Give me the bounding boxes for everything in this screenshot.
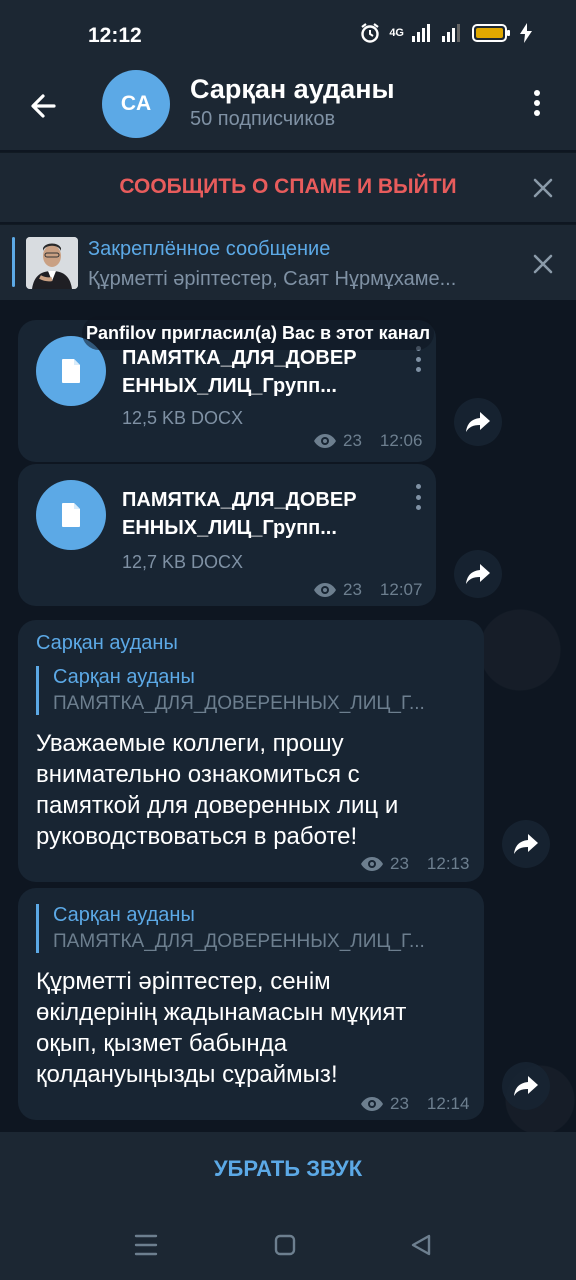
file-name-line1: ПАМЯТКА_ДЛЯ_ДОВЕР [122,489,357,511]
document-icon [62,359,80,383]
network-type-label: 4G [389,27,404,39]
message-text: Құрметті әріптестер, сенім өкілдерінің ж… [36,968,407,1088]
close-icon [533,178,553,198]
share-button[interactable] [502,1062,550,1110]
message-time: 12:07 [379,580,423,599]
share-button[interactable] [454,398,502,446]
home-button[interactable] [272,1232,298,1263]
recent-apps-button[interactable] [132,1232,160,1263]
document-icon [62,503,80,527]
share-arrow-icon [514,834,538,854]
file-message[interactable]: ПАМЯТКА_ДЛЯ_ДОВЕР ЕННЫХ_ЛИЦ_Групп... 12,… [18,464,436,606]
reply-quote[interactable]: Сарқан ауданы ПАМЯТКА_ДЛЯ_ДОВЕРЕННЫХ_ЛИЦ… [36,666,470,715]
back-nav-button[interactable] [408,1232,434,1263]
status-icons: 4G [359,22,532,44]
dot-icon [415,505,421,510]
file-name-line2: ЕННЫХ_ЛИЦ_Групп... [122,375,337,397]
arrow-left-icon [31,94,56,118]
reply-quote[interactable]: Сарқан ауданы ПАМЯТКА_ДЛЯ_ДОВЕРЕННЫХ_ЛИЦ… [36,904,470,953]
more-options-button[interactable] [522,88,552,118]
view-count: 23 [390,854,409,873]
report-spam-button[interactable]: СООБЩИТЬ О СПАМЕ И ВЫЙТИ [0,175,576,199]
message-meta: 23 12:07 [313,580,422,600]
report-spam-bar: СООБЩИТЬ О СПАМЕ И ВЫЙТИ [0,152,576,222]
message-time: 12:13 [426,854,470,873]
message-time: 12:14 [426,1094,470,1113]
close-spam-bar-button[interactable] [528,173,558,203]
pinned-title: Закреплённое сообщение [88,238,331,260]
dot-icon [534,90,540,96]
square-icon [274,1234,296,1256]
pinned-preview-text: Құрметті әріптестер, Саят Нұрмұхаме... [88,268,457,290]
pinned-thumbnail [26,237,78,289]
person-photo-icon [26,237,78,289]
view-count: 23 [390,1094,409,1113]
text-message[interactable]: Сарқан ауданы Сарқан ауданы ПАМЯТКА_ДЛЯ_… [18,620,484,882]
view-count: 23 [343,580,362,599]
pinned-message-bar[interactable]: Закреплённое сообщение Құрметті әріптест… [0,224,576,300]
dot-icon [415,494,421,500]
dot-icon [415,367,421,372]
file-name: ПАМЯТКА_ДЛЯ_ДОВЕР ЕННЫХ_ЛИЦ_Групп... [122,344,357,400]
dot-icon [415,356,421,362]
eye-icon [361,857,383,871]
reply-preview: ПАМЯТКА_ДЛЯ_ДОВЕРЕННЫХ_ЛИЦ_Г... [53,931,425,952]
eye-icon [314,583,336,597]
signal-icon [412,24,430,42]
reply-author: Сарқан ауданы [53,904,195,926]
channel-avatar[interactable]: CA [102,70,170,138]
signal-icon-2 [442,24,460,42]
close-icon [533,254,553,274]
channel-header: CA Сарқан ауданы 50 подписчиков [0,70,576,150]
text-message[interactable]: Сарқан ауданы ПАМЯТКА_ДЛЯ_ДОВЕРЕННЫХ_ЛИЦ… [18,888,484,1120]
eye-icon [361,1097,383,1111]
message-time: 12:06 [379,431,423,450]
menu-lines-icon [134,1234,158,1256]
dot-icon [534,100,540,106]
message-meta: 23 12:14 [360,1094,469,1114]
file-menu-button[interactable] [413,484,423,510]
share-arrow-icon [514,1076,538,1096]
channel-title[interactable]: Сарқан ауданы [190,74,395,105]
unpin-button[interactable] [528,249,558,279]
view-count: 23 [343,431,362,450]
mute-button[interactable]: УБРАТЬ ЗВУК [0,1156,576,1182]
status-time: 12:12 [88,24,142,47]
charging-icon [520,23,532,43]
share-arrow-icon [466,412,490,432]
message-meta: 23 12:13 [360,854,469,874]
message-text: Уважаемые коллеги, прошу внимательно озн… [36,730,399,850]
eye-icon [314,434,336,448]
message-meta: 23 12:06 [313,431,422,451]
message-list[interactable]: ПАМЯТКА_ДЛЯ_ДОВЕР ЕННЫХ_ЛИЦ_Групп... 12,… [0,300,576,1132]
file-download-button[interactable] [36,480,106,550]
file-size: 12,7 KB DOCX [122,552,244,572]
file-size: 12,5 KB DOCX [122,408,244,428]
status-bar: 12:12 4G [0,0,576,72]
dot-icon [534,110,540,116]
battery-icon [472,24,510,42]
service-message: Panfilov пригласил(а) Вас в этот канал [82,316,435,350]
back-button[interactable] [24,84,68,128]
reply-author: Сарқан ауданы [53,666,195,688]
pinned-accent-bar [12,237,15,287]
share-button[interactable] [454,550,502,598]
alarm-icon [361,23,380,43]
dot-icon [415,484,421,489]
system-navigation-bar [0,1210,576,1280]
file-name-line2: ЕННЫХ_ЛИЦ_Групп... [122,517,337,539]
subscriber-count: 50 подписчиков [190,108,336,130]
mute-bar: УБРАТЬ ЗВУК [0,1132,576,1210]
triangle-back-icon [411,1234,431,1256]
share-button[interactable] [502,820,550,868]
file-name: ПАМЯТКА_ДЛЯ_ДОВЕР ЕННЫХ_ЛИЦ_Групп... [122,486,357,542]
sender-name: Сарқан ауданы [36,632,178,654]
share-arrow-icon [466,564,490,584]
reply-preview: ПАМЯТКА_ДЛЯ_ДОВЕРЕННЫХ_ЛИЦ_Г... [53,693,425,714]
